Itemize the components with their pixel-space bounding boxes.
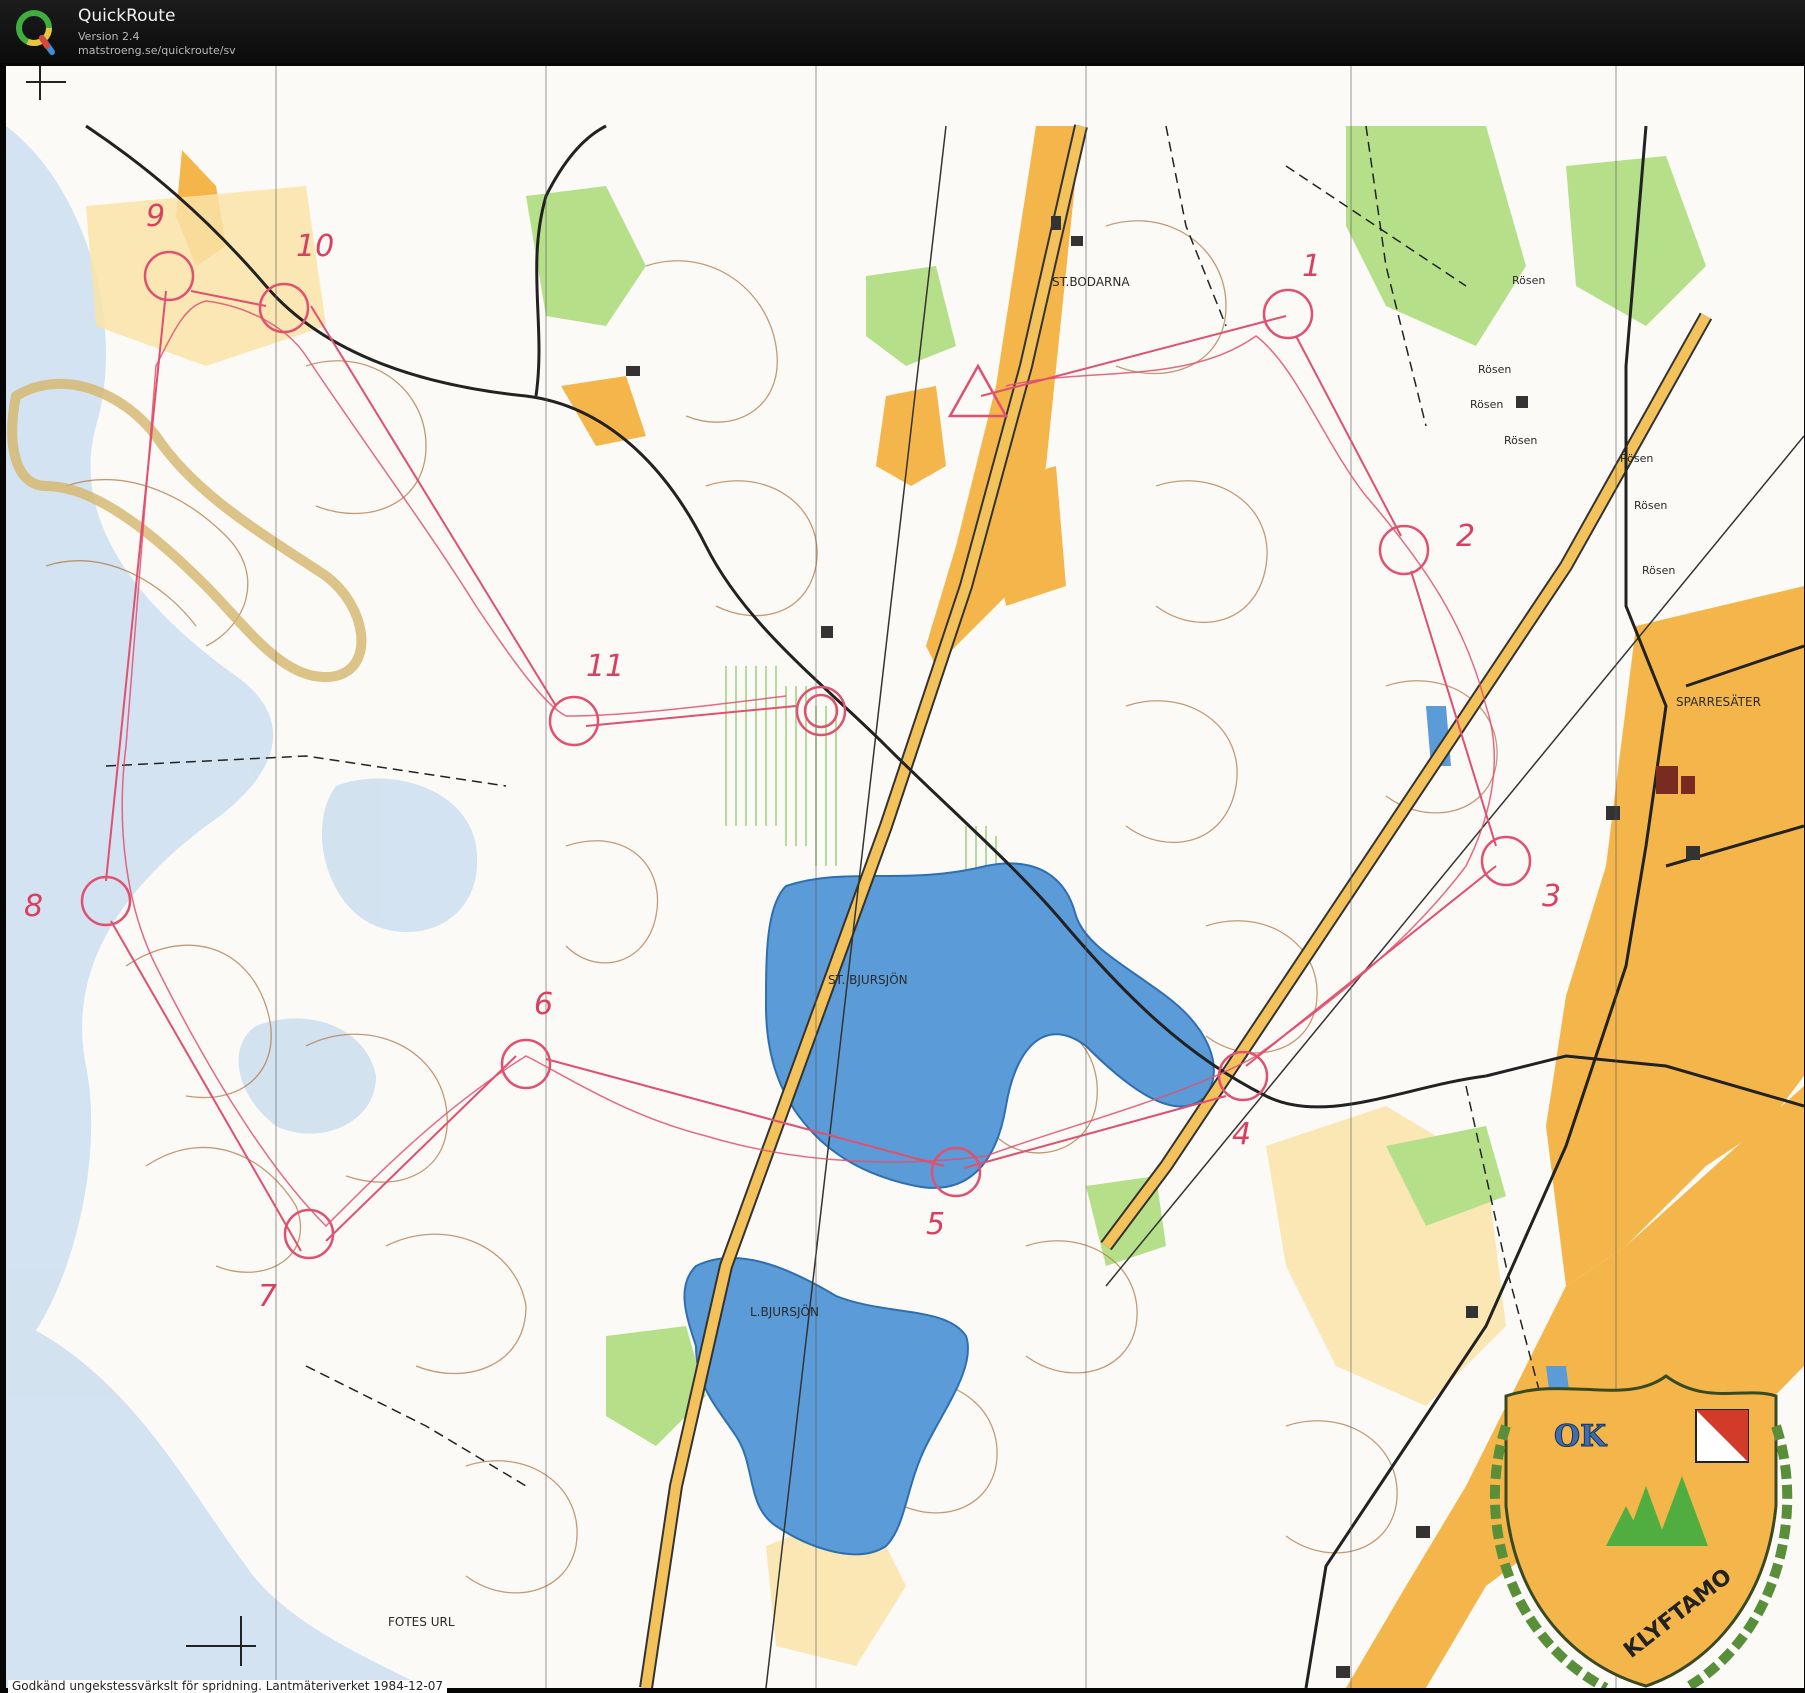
control-number-9: 9: [146, 199, 165, 234]
control-number-3: 3: [1542, 879, 1561, 914]
app-url[interactable]: matstroeng.se/quickroute/sv: [78, 44, 236, 57]
label-rosen-3: Rösen: [1470, 398, 1503, 411]
label-rosen-7: Rösen: [1642, 564, 1675, 577]
control-number-1: 1: [1302, 249, 1321, 284]
label-rosen-6: Rösen: [1634, 499, 1667, 512]
control-number-2: 2: [1456, 519, 1475, 554]
map-footer-note: Godkänd ungekstessvärkslt för spridning.…: [8, 1680, 448, 1693]
control-number-8: 8: [24, 889, 43, 924]
label-rosen-1: Rösen: [1512, 274, 1545, 287]
control-number-7: 7: [258, 1279, 277, 1314]
label-rosen-4: Rösen: [1504, 434, 1537, 447]
label-st-bodarna: ST.BODARNA: [1052, 275, 1130, 289]
label-rosen-5: Rösen: [1620, 452, 1653, 465]
title-bar: QuickRoute Version 2.4 matstroeng.se/qui…: [0, 0, 1805, 63]
orienteering-map[interactable]: 1 2 3 4 5 6 7 8 9 10 11 ST.BODARNA SPARR…: [6, 66, 1804, 1688]
control-number-11: 11: [586, 649, 624, 684]
logo-ok-text: OK: [1554, 1419, 1607, 1454]
logo-flag-icon: [1695, 1409, 1749, 1463]
map-viewport[interactable]: 1 2 3 4 5 6 7 8 9 10 11 ST.BODARNA SPARR…: [6, 66, 1804, 1688]
quickroute-logo-icon: [16, 10, 55, 55]
label-st-bjursjon: ST. BJURSJÖN: [828, 971, 908, 987]
app-name: QuickRoute: [78, 6, 176, 26]
label-rosen-2: Rösen: [1478, 363, 1511, 376]
label-l-bjursjon: L.BJURSJÖN: [750, 1303, 819, 1319]
control-number-5: 5: [926, 1207, 945, 1242]
app-version: Version 2.4: [78, 30, 140, 43]
control-number-6: 6: [534, 987, 553, 1022]
label-fotes-url: FOTES URL: [388, 1615, 455, 1629]
control-number-10: 10: [296, 229, 334, 264]
control-number-4: 4: [1232, 1117, 1251, 1152]
label-sparresater: SPARRESÄTER: [1676, 694, 1761, 709]
